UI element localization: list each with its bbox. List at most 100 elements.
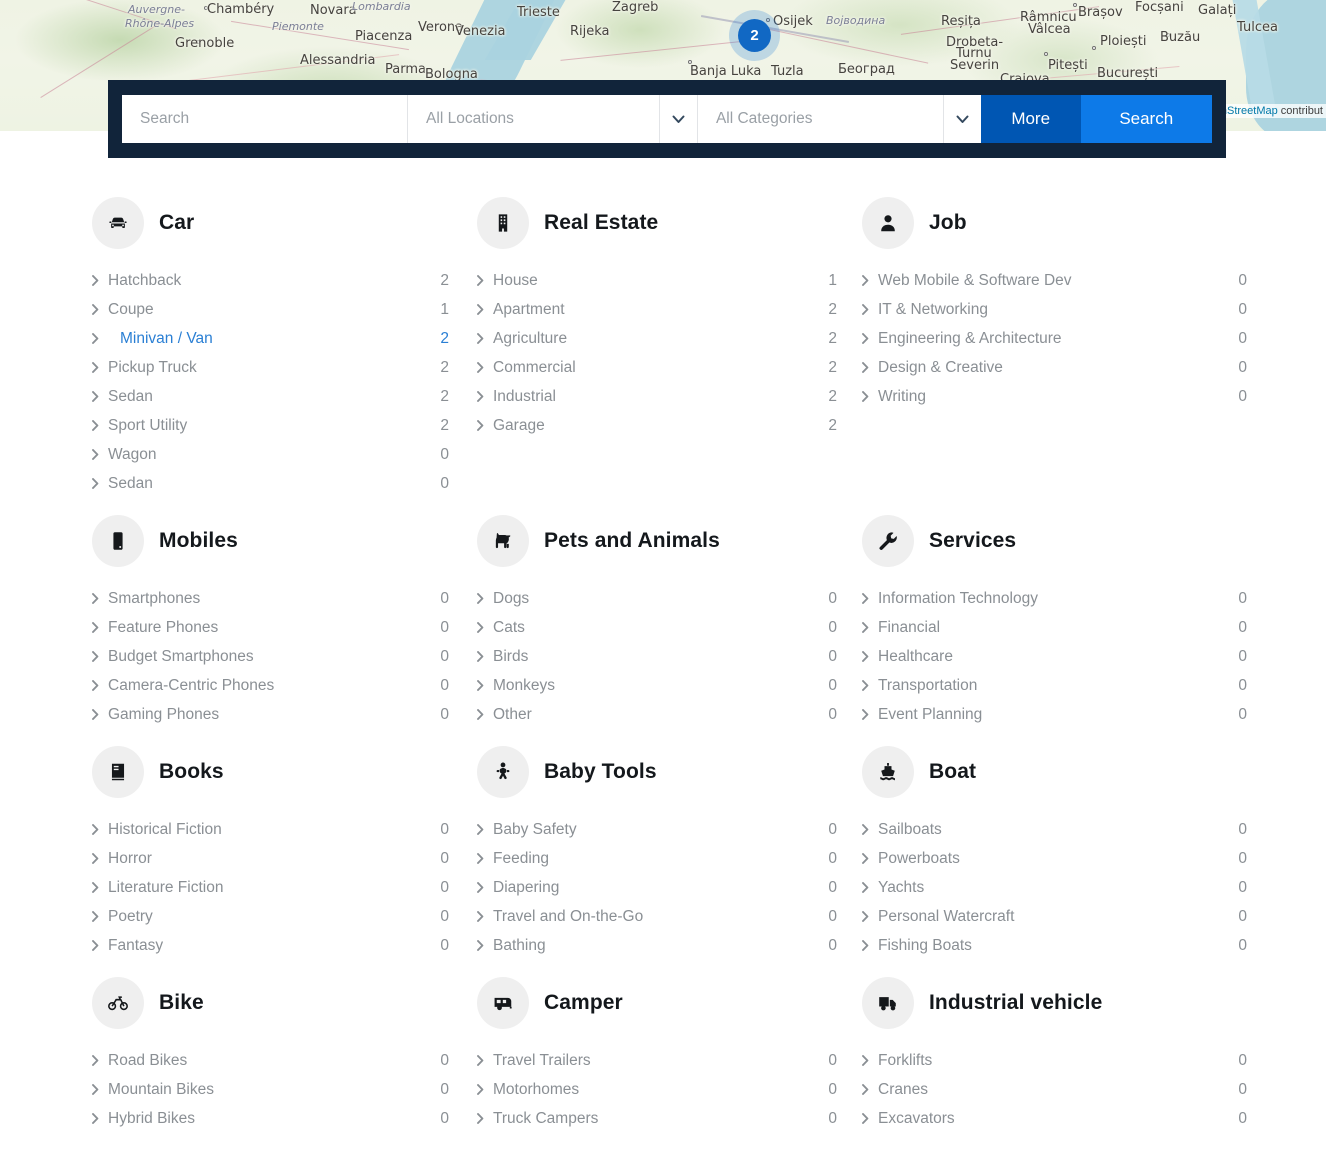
map-city-dot xyxy=(1044,52,1048,56)
subcategory-list: Web Mobile & Software Dev 0 IT & Networkin… xyxy=(862,266,1247,411)
subcategory-item[interactable]: Monkeys 0 xyxy=(477,671,862,700)
subcategory-item[interactable]: Diapering 0 xyxy=(477,873,862,902)
subcategory-item[interactable]: Information Technology 0 xyxy=(862,584,1247,613)
chevron-right-icon xyxy=(477,651,493,662)
subcategory-item[interactable]: IT & Networking 0 xyxy=(862,295,1247,324)
map-attribution: nStreetMap contribut xyxy=(1217,104,1326,118)
subcategory-item[interactable]: Hatchback 2 xyxy=(92,266,477,295)
subcategory-item[interactable]: House 1 xyxy=(477,266,862,295)
subcategory-item[interactable]: Horror 0 xyxy=(92,844,477,873)
subcategory-count: 0 xyxy=(828,676,837,694)
category-block-pets-and-animals: Pets and Animals Dogs 0 Cats 0 Birds 0 Monkeys 0… xyxy=(477,498,862,729)
subcategory-item[interactable]: Excavators 0 xyxy=(862,1104,1247,1133)
subcategory-item[interactable]: Coupe 1 xyxy=(92,295,477,324)
map-cluster-marker[interactable]: 2 xyxy=(738,19,771,52)
category-header[interactable]: Real Estate xyxy=(477,180,862,266)
category-header[interactable]: Books xyxy=(92,729,477,815)
subcategory-item[interactable]: Cats 0 xyxy=(477,613,862,642)
subcategory-item[interactable]: Feeding 0 xyxy=(477,844,862,873)
subcategory-item[interactable]: Budget Smartphones 0 xyxy=(92,642,477,671)
subcategory-item[interactable]: Apartment 2 xyxy=(477,295,862,324)
subcategory-item[interactable]: Motorhomes 0 xyxy=(477,1075,862,1104)
subcategory-item[interactable]: Historical Fiction 0 xyxy=(92,815,477,844)
subcategory-item[interactable]: Mountain Bikes 0 xyxy=(92,1075,477,1104)
subcategory-item[interactable]: Gaming Phones 0 xyxy=(92,700,477,729)
category-header[interactable]: Job xyxy=(862,180,1247,266)
subcategory-item[interactable]: Web Mobile & Software Dev 0 xyxy=(862,266,1247,295)
subcategory-count: 0 xyxy=(828,705,837,723)
subcategory-item[interactable]: Garage 2 xyxy=(477,411,862,440)
subcategory-item[interactable]: Transportation 0 xyxy=(862,671,1247,700)
chevron-down-icon[interactable] xyxy=(943,95,981,143)
subcategory-item[interactable]: Design & Creative 0 xyxy=(862,353,1247,382)
category-header[interactable]: Baby Tools xyxy=(477,729,862,815)
subcategory-item[interactable]: Fantasy 0 xyxy=(92,931,477,960)
search-button[interactable]: Search xyxy=(1080,95,1212,143)
subcategory-item[interactable]: Event Planning 0 xyxy=(862,700,1247,729)
subcategory-item[interactable]: Pickup Truck 2 xyxy=(92,353,477,382)
subcategory-item[interactable]: Sedan 2 xyxy=(92,382,477,411)
subcategory-item[interactable]: Bathing 0 xyxy=(477,931,862,960)
subcategory-item[interactable]: Forklifts 0 xyxy=(862,1046,1247,1075)
subcategory-item[interactable]: Commercial 2 xyxy=(477,353,862,382)
subcategory-item[interactable]: Travel Trailers 0 xyxy=(477,1046,862,1075)
subcategory-item[interactable]: Travel and On-the-Go 0 xyxy=(477,902,862,931)
subcategory-item[interactable]: Literature Fiction 0 xyxy=(92,873,477,902)
subcategory-item[interactable]: Agriculture 2 xyxy=(477,324,862,353)
category-header[interactable]: Bike xyxy=(92,960,477,1046)
subcategory-item[interactable]: Truck Campers 0 xyxy=(477,1104,862,1133)
map-place-label: Focșani xyxy=(1135,0,1184,15)
subcategory-item[interactable]: Writing 0 xyxy=(862,382,1247,411)
subcategory-item[interactable]: Engineering & Architecture 0 xyxy=(862,324,1247,353)
category-header[interactable]: Car xyxy=(92,180,477,266)
subcategory-item[interactable]: Other 0 xyxy=(477,700,862,729)
subcategory-label: Poetry xyxy=(108,907,153,925)
subcategory-item[interactable]: Smartphones 0 xyxy=(92,584,477,613)
search-input-wrapper[interactable] xyxy=(122,95,408,143)
map-attribution-link[interactable]: nStreetMap xyxy=(1221,105,1278,117)
subcategory-item[interactable]: Minivan / Van 2 xyxy=(92,324,477,353)
subcategory-item[interactable]: Poetry 0 xyxy=(92,902,477,931)
chevron-right-icon xyxy=(862,853,878,864)
chevron-right-icon xyxy=(477,1055,493,1066)
subcategory-item[interactable]: Feature Phones 0 xyxy=(92,613,477,642)
category-header[interactable]: Boat xyxy=(862,729,1247,815)
subcategory-count: 2 xyxy=(828,300,837,318)
category-header[interactable]: Mobiles xyxy=(92,498,477,584)
more-button[interactable]: More xyxy=(980,95,1081,143)
search-input[interactable] xyxy=(140,110,390,128)
subcategory-label: Forklifts xyxy=(878,1051,933,1069)
category-header[interactable]: Industrial vehicle xyxy=(862,960,1247,1046)
subcategory-item[interactable]: Yachts 0 xyxy=(862,873,1247,902)
location-select[interactable]: All Locations xyxy=(408,95,660,143)
subcategory-item[interactable]: Birds 0 xyxy=(477,642,862,671)
subcategory-item[interactable]: Sedan 0 xyxy=(92,469,477,498)
subcategory-item[interactable]: Hybrid Bikes 0 xyxy=(92,1104,477,1133)
category-header[interactable]: Services xyxy=(862,498,1247,584)
subcategory-item[interactable]: Powerboats 0 xyxy=(862,844,1247,873)
category-header[interactable]: Camper xyxy=(477,960,862,1046)
subcategory-label: Commercial xyxy=(493,358,576,376)
subcategory-item[interactable]: Sport Utility 2 xyxy=(92,411,477,440)
chevron-right-icon xyxy=(477,593,493,604)
subcategory-item[interactable]: Camera-Centric Phones 0 xyxy=(92,671,477,700)
chevron-right-icon xyxy=(92,420,108,431)
subcategory-item[interactable]: Road Bikes 0 xyxy=(92,1046,477,1075)
subcategory-item[interactable]: Wagon 0 xyxy=(92,440,477,469)
subcategory-list: Smartphones 0 Feature Phones 0 Budget Smartp… xyxy=(92,584,477,729)
category-header[interactable]: Pets and Animals xyxy=(477,498,862,584)
subcategory-item[interactable]: Sailboats 0 xyxy=(862,815,1247,844)
subcategory-item[interactable]: Healthcare 0 xyxy=(862,642,1247,671)
subcategory-item[interactable]: Fishing Boats 0 xyxy=(862,931,1247,960)
subcategory-item[interactable]: Financial 0 xyxy=(862,613,1247,642)
subcategory-item[interactable]: Personal Watercraft 0 xyxy=(862,902,1247,931)
category-title: Services xyxy=(929,529,1017,552)
subcategory-item[interactable]: Cranes 0 xyxy=(862,1075,1247,1104)
category-title: Car xyxy=(159,211,195,234)
chevron-down-icon[interactable] xyxy=(659,95,697,143)
subcategory-item[interactable]: Dogs 0 xyxy=(477,584,862,613)
category-select[interactable]: All Categories xyxy=(697,95,944,143)
subcategory-item[interactable]: Industrial 2 xyxy=(477,382,862,411)
search-bar-container: All Locations All Categories More Search xyxy=(108,80,1226,158)
subcategory-item[interactable]: Baby Safety 0 xyxy=(477,815,862,844)
